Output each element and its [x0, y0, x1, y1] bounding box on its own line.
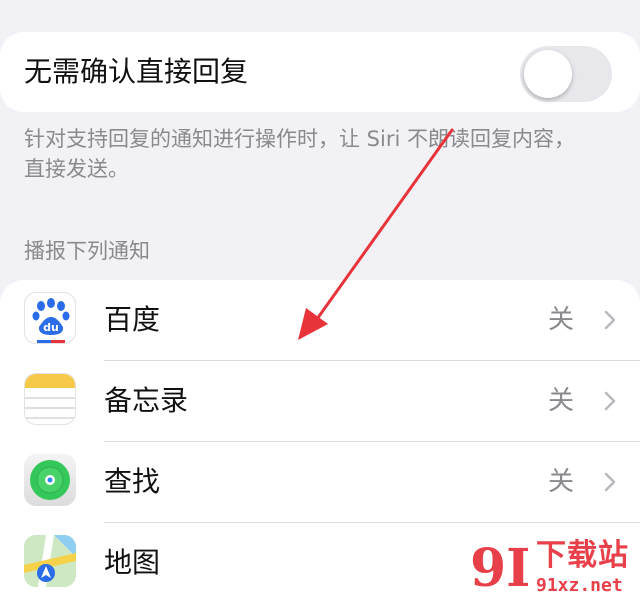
direct-reply-footnote: 针对支持回复的通知进行操作时，让 Siri 不朗读回复内容，直接发送。: [24, 127, 575, 181]
app-name: 备忘录: [104, 384, 189, 417]
app-status: 关: [548, 305, 575, 335]
find-my-icon: [24, 454, 76, 506]
watermark-title: 下载站: [536, 538, 629, 573]
app-status: 关: [548, 467, 575, 497]
site-watermark: 9I 下载站 91xz.net: [470, 536, 640, 602]
app-row-notes[interactable]: 备忘录 关: [0, 361, 640, 442]
chevron-right-icon: [604, 472, 616, 492]
app-status: 关: [548, 386, 575, 416]
maps-icon: [24, 535, 76, 587]
chevron-right-icon: [604, 310, 616, 330]
announce-notifications-header: 播报下列通知: [24, 239, 150, 263]
watermark-url: 91xz.net: [536, 575, 623, 596]
svg-text:du: du: [43, 321, 59, 334]
baidu-icon: du: [24, 292, 76, 344]
toggle-knob: [524, 50, 572, 98]
app-row-find-my[interactable]: 查找 关: [0, 442, 640, 523]
notes-icon: [24, 373, 76, 425]
direct-reply-toggle[interactable]: [520, 46, 612, 102]
direct-reply-label: 无需确认直接回复: [24, 55, 249, 88]
app-row-baidu[interactable]: du 百度 关: [0, 280, 640, 361]
app-name: 查找: [104, 465, 161, 498]
chevron-right-icon: [604, 391, 616, 411]
watermark-logo: 9I: [470, 538, 531, 599]
app-name: 百度: [104, 303, 161, 336]
direct-reply-setting-row: 无需确认直接回复: [0, 32, 640, 112]
app-name: 地图: [104, 546, 161, 579]
